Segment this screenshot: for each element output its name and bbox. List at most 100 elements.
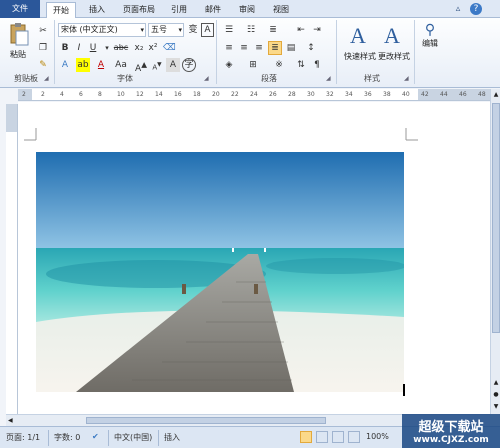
bold-button[interactable]: B bbox=[58, 41, 72, 55]
horizontal-ruler[interactable]: 2 2 4 6 8 10 12 14 16 18 20 22 24 26 28 30 32 34 36 38 40 42 4… bbox=[18, 89, 490, 101]
insert-mode[interactable]: 插入 bbox=[164, 432, 180, 443]
tab-page-layout[interactable]: 页面布局 bbox=[118, 2, 160, 18]
font-name-select[interactable]: 宋体 (中文正文) ▾ bbox=[58, 23, 146, 37]
justify-icon[interactable]: ≣ bbox=[268, 41, 282, 55]
zoom-level[interactable]: 100% bbox=[366, 432, 389, 441]
tab-file[interactable]: 文件 bbox=[0, 0, 40, 18]
clear-format-icon[interactable]: ⌫ bbox=[162, 41, 176, 55]
multilevel-list-icon[interactable]: ≣ bbox=[266, 23, 280, 37]
change-case-icon[interactable]: Aa bbox=[112, 58, 130, 72]
paste-button[interactable] bbox=[8, 22, 30, 48]
shading-icon[interactable]: ◈ bbox=[222, 58, 236, 72]
divider bbox=[336, 20, 337, 84]
tab-home[interactable]: 开始 bbox=[46, 2, 76, 18]
watermark-title: 超级下载站 bbox=[418, 420, 484, 435]
ribbon: 粘贴 ✂ ❐ ✎ 剪贴板 ◢ 宋体 (中文正文) ▾ 五号 ▾ 变 A B I U … bbox=[0, 18, 500, 88]
align-left-icon[interactable]: ≡ bbox=[222, 41, 236, 55]
ruler-tick-label: 20 bbox=[212, 91, 220, 98]
vertical-ruler[interactable] bbox=[6, 104, 18, 414]
borders-icon[interactable]: ⊞ bbox=[246, 58, 260, 72]
outline-view-icon[interactable] bbox=[348, 431, 360, 443]
watermark-logo: 超级下载站 www.CJXZ.com bbox=[402, 414, 500, 448]
paste-icon bbox=[10, 23, 29, 46]
prev-page-icon[interactable]: ▲ bbox=[492, 379, 500, 387]
vertical-scrollbar[interactable]: ▲ ▲ ● ▼ bbox=[490, 89, 500, 414]
document-area bbox=[18, 102, 490, 414]
beach-pier-image[interactable] bbox=[36, 152, 404, 392]
format-painter-icon[interactable]: ✎ bbox=[36, 58, 50, 72]
change-styles-icon: A bbox=[384, 23, 400, 48]
increase-indent-icon[interactable]: ⇥ bbox=[310, 23, 324, 37]
ruler-tick-label: 32 bbox=[326, 91, 334, 98]
phonetic-guide-icon[interactable]: 变 bbox=[186, 23, 200, 37]
chinese-layout-icon[interactable]: ※ bbox=[272, 58, 286, 72]
ruler-tick-label: 40 bbox=[402, 91, 410, 98]
select-browse-object-icon[interactable]: ● bbox=[492, 391, 500, 399]
styles-launcher-icon[interactable]: ◢ bbox=[404, 75, 412, 83]
italic-button[interactable]: I bbox=[72, 41, 86, 55]
vertical-scroll-thumb[interactable] bbox=[492, 103, 500, 333]
language-indicator[interactable]: 中文(中国) bbox=[114, 432, 152, 443]
word-count[interactable]: 字数: 0 bbox=[54, 432, 80, 443]
tab-review[interactable]: 审阅 bbox=[234, 2, 260, 18]
text-effect-icon[interactable]: A bbox=[58, 58, 72, 72]
proofing-icon[interactable]: ✔ bbox=[92, 432, 99, 441]
tab-references[interactable]: 引用 bbox=[166, 2, 192, 18]
quick-styles-icon: A bbox=[350, 23, 366, 48]
cut-icon[interactable]: ✂ bbox=[36, 24, 50, 38]
decrease-indent-icon[interactable]: ⇤ bbox=[294, 23, 308, 37]
full-screen-view-icon[interactable] bbox=[316, 431, 328, 443]
ruler-tick-label: 38 bbox=[383, 91, 391, 98]
change-styles-label: 更改样式 bbox=[378, 52, 410, 61]
font-group-label: 字体 bbox=[117, 74, 133, 83]
char-shading-icon[interactable]: A bbox=[166, 58, 180, 72]
horizontal-scroll-thumb[interactable] bbox=[86, 417, 326, 424]
clipboard-launcher-icon[interactable]: ◢ bbox=[44, 75, 52, 83]
distributed-icon[interactable]: ▤ bbox=[284, 41, 298, 55]
grow-font-icon[interactable]: A▲ bbox=[134, 58, 148, 74]
highlight-icon[interactable]: ab bbox=[76, 58, 90, 72]
help-icon[interactable]: ? bbox=[470, 3, 482, 15]
scroll-left-icon[interactable]: ◀ bbox=[8, 417, 16, 425]
align-center-icon[interactable]: ≡ bbox=[237, 41, 251, 55]
font-color-icon[interactable]: A bbox=[94, 58, 108, 72]
ruler-tick-label: 24 bbox=[250, 91, 258, 98]
tab-view[interactable]: 视图 bbox=[268, 2, 294, 18]
paragraph-launcher-icon[interactable]: ◢ bbox=[326, 75, 334, 83]
numbering-icon[interactable]: ☷ bbox=[244, 23, 258, 37]
scroll-up-icon[interactable]: ▲ bbox=[492, 91, 500, 99]
ruler-tick-label: 42 bbox=[421, 91, 429, 98]
editing-button[interactable]: ⚲ 编辑 bbox=[420, 22, 440, 62]
align-right-icon[interactable]: ≡ bbox=[252, 41, 266, 55]
subscript-button[interactable]: x₂ bbox=[132, 41, 146, 55]
quick-styles-button[interactable]: A 快速样式 bbox=[344, 22, 376, 68]
change-styles-button[interactable]: A 更改样式 bbox=[378, 22, 410, 68]
superscript-button[interactable]: x² bbox=[146, 41, 160, 55]
sort-icon[interactable]: ⇅ bbox=[294, 58, 308, 72]
clipboard-group-label: 剪贴板 bbox=[14, 74, 38, 83]
ruler-tick-label: 12 bbox=[136, 91, 144, 98]
tab-mailings[interactable]: 邮件 bbox=[200, 2, 226, 18]
web-layout-view-icon[interactable] bbox=[332, 431, 344, 443]
char-border-icon[interactable]: A bbox=[201, 23, 214, 37]
font-size-select[interactable]: 五号 ▾ bbox=[148, 23, 184, 37]
show-marks-icon[interactable]: ¶ bbox=[310, 58, 324, 72]
strikethrough-button[interactable]: abc bbox=[112, 41, 130, 55]
ruler-tick-label: 34 bbox=[345, 91, 353, 98]
shrink-font-icon[interactable]: A▼ bbox=[150, 58, 164, 72]
document-page[interactable] bbox=[18, 102, 490, 414]
enclose-char-icon[interactable]: 字 bbox=[182, 58, 196, 72]
tab-insert[interactable]: 插入 bbox=[84, 2, 110, 18]
print-layout-view-icon[interactable] bbox=[300, 431, 312, 443]
font-launcher-icon[interactable]: ◢ bbox=[204, 75, 212, 83]
bullets-icon[interactable]: ☰ bbox=[222, 23, 236, 37]
line-spacing-icon[interactable]: ↕ bbox=[304, 41, 318, 55]
chevron-down-icon: ▾ bbox=[140, 26, 144, 34]
minimize-ribbon-icon[interactable]: ▵ bbox=[452, 3, 464, 15]
page-count[interactable]: 页面: 1/1 bbox=[6, 432, 40, 443]
copy-icon[interactable]: ❐ bbox=[36, 41, 50, 55]
divider bbox=[54, 20, 55, 84]
next-page-icon[interactable]: ▼ bbox=[492, 403, 500, 411]
ruler-tick-label: 10 bbox=[117, 91, 125, 98]
underline-button[interactable]: U bbox=[86, 41, 100, 55]
